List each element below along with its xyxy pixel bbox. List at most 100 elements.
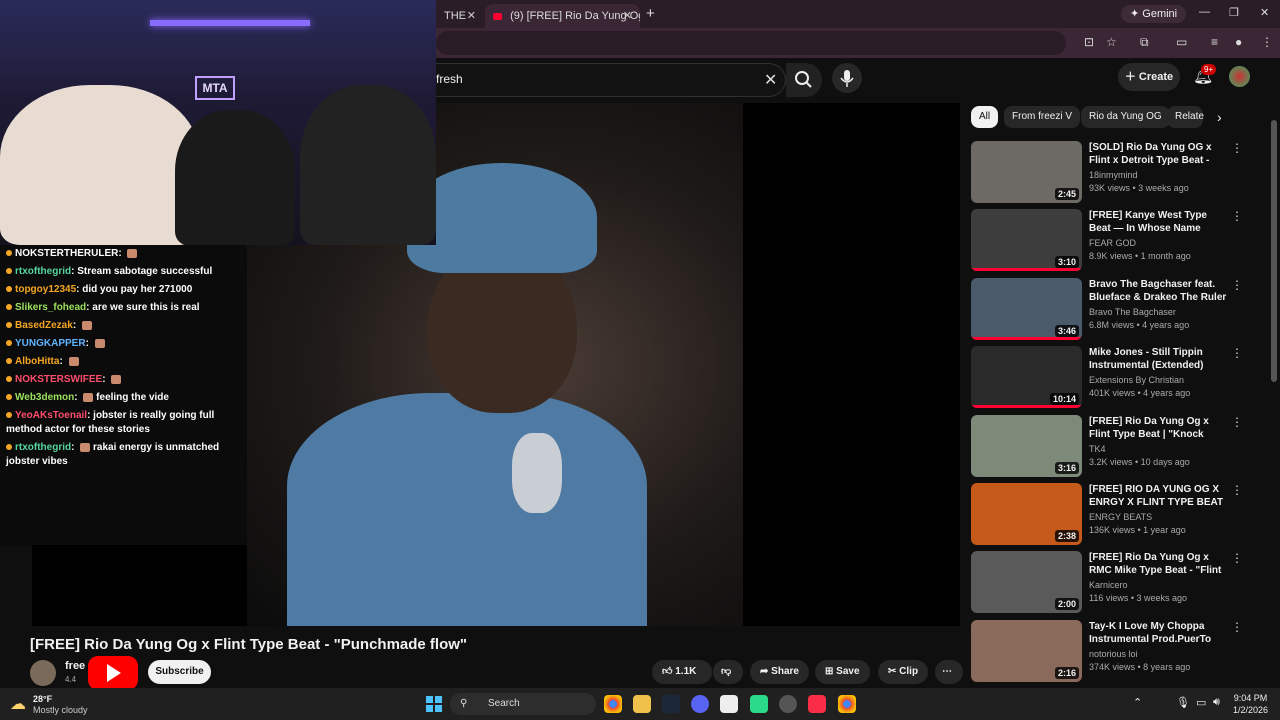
video-channel[interactable]: notorious loi <box>1089 649 1138 659</box>
chip-all[interactable]: All <box>971 106 999 128</box>
more-options-icon[interactable]: ⋮ <box>1231 620 1243 634</box>
chat-username[interactable]: YUNGKAPPER <box>15 338 86 349</box>
chat-username[interactable]: rtxofthegrid <box>15 442 71 453</box>
sidepanel-icon[interactable]: ▭ <box>1176 35 1187 49</box>
share-button[interactable]: ➦ Share <box>750 660 809 684</box>
chip-from-channel[interactable]: From freezi V <box>1004 106 1081 128</box>
bookmark-star-icon[interactable]: ☆ <box>1106 35 1117 49</box>
chevron-right-icon[interactable]: › <box>1217 109 1222 125</box>
system-clock[interactable]: 9:04 PM 1/2/2026 <box>1233 692 1268 716</box>
more-options-icon[interactable]: ⋮ <box>1231 346 1243 360</box>
close-tab-icon[interactable]: ✕ <box>623 6 632 26</box>
tray-chevron-icon[interactable]: ⌃ <box>1133 696 1142 709</box>
new-tab-button[interactable]: + <box>646 5 655 22</box>
chrome-icon[interactable] <box>604 695 622 713</box>
video-channel[interactable]: 18inmymind <box>1089 170 1138 180</box>
start-button[interactable] <box>426 696 442 712</box>
clip-button[interactable]: ✂ Clip <box>878 660 929 684</box>
network-icon[interactable]: ▭ <box>1196 696 1206 709</box>
related-video-item[interactable]: 2:00 [FREE] Rio Da Yung Og x RMC Mike Typ… <box>971 551 1251 615</box>
related-video-item[interactable]: 3:46 Bravo The Bagchaser feat. Blueface &… <box>971 277 1251 342</box>
weather-temp[interactable]: 28°F <box>33 694 52 704</box>
video-thumbnail[interactable]: 2:16 <box>971 619 1082 682</box>
restore-icon[interactable]: ❐ <box>1229 6 1239 19</box>
chip-related[interactable]: Relate <box>1167 106 1204 128</box>
minimize-icon[interactable]: — <box>1199 6 1210 18</box>
like-button[interactable]: 👍︎ 1.1K <box>652 660 712 684</box>
extensions-icon[interactable]: ⧉ <box>1140 35 1149 50</box>
steam-icon[interactable] <box>662 695 680 713</box>
install-icon[interactable]: ⊡ <box>1084 35 1094 49</box>
related-video-item[interactable]: 2:38 [FREE] RIO DA YUNG OG X ENRGY X FLIN… <box>971 483 1251 547</box>
more-options-icon[interactable]: ⋮ <box>1231 551 1243 565</box>
video-thumbnail[interactable]: 2:45 <box>971 141 1082 203</box>
video-title[interactable]: Bravo The Bagchaser feat. Blueface & Dra… <box>1089 278 1231 305</box>
video-title[interactable]: [FREE] Rio Da Yung Og x Flint Type Beat … <box>1089 415 1231 442</box>
close-tab-icon[interactable]: ✕ <box>467 6 476 26</box>
related-video-item[interactable]: 2:45 [SOLD] Rio Da Yung OG x Flint x Detr… <box>971 141 1251 205</box>
video-thumbnail[interactable]: 3:46 <box>971 277 1082 340</box>
chat-username[interactable]: AlboHitta <box>15 356 59 367</box>
more-options-icon[interactable]: ⋮ <box>1231 415 1243 429</box>
more-options-icon[interactable]: ⋮ <box>1231 278 1243 292</box>
chip-rio-da-yung-og[interactable]: Rio da Yung OG <box>1081 106 1170 128</box>
chat-username[interactable]: rtxofthegrid <box>15 266 71 277</box>
chat-username[interactable]: NOKSTERSWIFEE <box>15 374 102 385</box>
more-options-icon[interactable]: ⋮ <box>1231 141 1243 155</box>
voice-search-button[interactable] <box>832 63 862 93</box>
channel-avatar[interactable] <box>30 660 56 686</box>
related-video-item[interactable]: 2:16 Tay-K I Love My Choppa Instrumental … <box>971 619 1251 684</box>
video-title[interactable]: Mike Jones - Still Tippin Instrumental (… <box>1089 346 1231 372</box>
taskbar-search[interactable]: ⚲ Search <box>450 693 596 715</box>
video-thumbnail[interactable]: 2:00 <box>971 551 1082 614</box>
video-title[interactable]: [SOLD] Rio Da Yung OG x Flint x Detroit … <box>1089 141 1231 168</box>
save-button[interactable]: ⊞ Save <box>815 660 870 684</box>
media-icon[interactable]: ≡ <box>1211 35 1218 49</box>
create-button[interactable]: ＋ Create <box>1118 63 1180 91</box>
chat-username[interactable]: NOKSTERTHERULER <box>15 248 118 259</box>
subscribe-button[interactable]: Subscribe <box>148 660 211 684</box>
video-channel[interactable]: Karnicero <box>1089 580 1128 590</box>
menu-icon[interactable]: ⋮ <box>1261 35 1273 49</box>
video-channel[interactable]: TK4 <box>1089 444 1106 454</box>
gemini-button[interactable]: ✦ Gemini <box>1121 5 1187 23</box>
more-options-icon[interactable]: ⋮ <box>1231 483 1243 497</box>
clear-search-icon[interactable]: ✕ <box>764 70 777 90</box>
video-title[interactable]: Tay-K I Love My Choppa Instrumental Prod… <box>1089 620 1231 647</box>
volume-icon[interactable]: 🔊︎ <box>1213 696 1220 709</box>
app-icon[interactable] <box>720 695 738 713</box>
video-thumbnail[interactable]: 3:16 <box>971 414 1082 477</box>
video-thumbnail[interactable]: 2:38 <box>971 483 1082 545</box>
page-scrollbar[interactable] <box>1271 120 1277 382</box>
related-video-item[interactable]: 10:14 Mike Jones - Still Tippin Instrumen… <box>971 346 1251 410</box>
chat-username[interactable]: Slikers_fohead <box>15 302 86 313</box>
microphone-icon[interactable]: 🎙︎ <box>1176 696 1190 709</box>
video-channel[interactable]: ENRGY BEATS <box>1089 512 1152 522</box>
chat-username[interactable]: topgoy12345 <box>15 284 76 295</box>
account-avatar[interactable] <box>1229 66 1250 87</box>
app-icon[interactable] <box>779 695 797 713</box>
video-title[interactable]: [FREE] RIO DA YUNG OG X ENRGY X FLINT TY… <box>1089 483 1231 510</box>
chrome-icon[interactable] <box>838 695 856 713</box>
search-box[interactable]: fresh ✕ <box>436 63 786 97</box>
video-channel[interactable]: FEAR GOD <box>1089 238 1136 248</box>
file-explorer-icon[interactable] <box>633 695 651 713</box>
browser-tab[interactable]: THE ✕ <box>436 4 484 28</box>
video-thumbnail[interactable]: 10:14 <box>971 346 1082 409</box>
related-video-item[interactable]: 3:10 [FREE] Kanye West Type Beat — In Who… <box>971 209 1251 273</box>
related-video-item[interactable]: 3:16 [FREE] Rio Da Yung Og x Flint Type B… <box>971 414 1251 479</box>
music-icon[interactable] <box>808 695 826 713</box>
weather-desc[interactable]: Mostly cloudy <box>33 705 88 715</box>
discord-icon[interactable] <box>691 695 709 713</box>
chat-username[interactable]: YeoAKsToenail <box>15 410 87 421</box>
more-actions-button[interactable]: ⋯ <box>935 660 963 684</box>
search-input[interactable]: fresh <box>436 72 463 86</box>
dislike-button[interactable]: 👎︎ <box>713 660 743 684</box>
video-channel[interactable]: Bravo The Bagchaser <box>1089 307 1176 317</box>
chat-username[interactable]: BasedZezak <box>15 320 73 331</box>
more-options-icon[interactable]: ⋮ <box>1231 209 1243 223</box>
video-title[interactable]: [FREE] Rio Da Yung Og x RMC Mike Type Be… <box>1089 551 1231 578</box>
channel-name[interactable]: free <box>65 660 85 672</box>
search-button[interactable] <box>786 63 822 97</box>
profile-icon[interactable]: ● <box>1235 35 1242 49</box>
